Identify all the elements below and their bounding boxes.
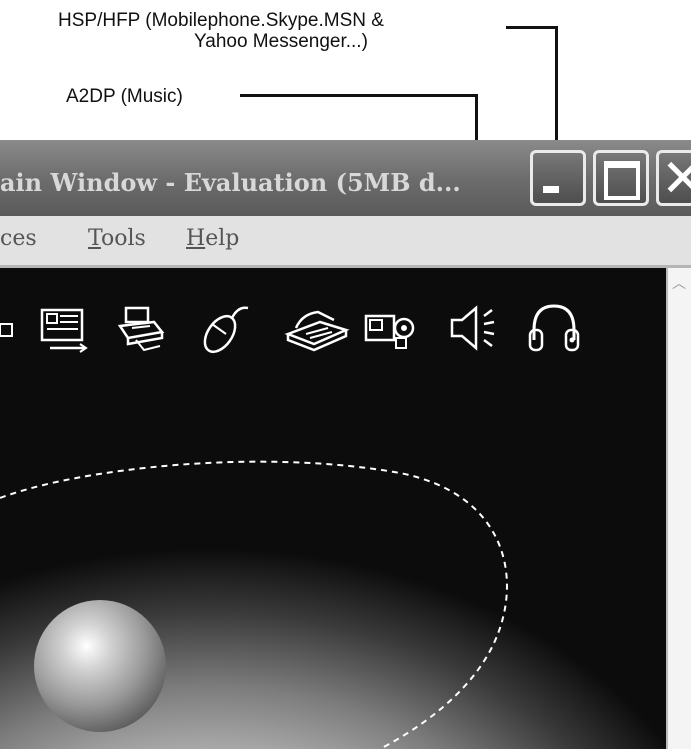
fax-icon[interactable] <box>284 298 350 358</box>
hsp-leader-horizontal <box>506 26 558 29</box>
menu-tools[interactable]: Tools <box>88 226 146 251</box>
speaker-icon[interactable] <box>446 298 502 358</box>
mouse-icon[interactable] <box>200 298 250 358</box>
a2dp-callout: A2DP (Music) <box>66 86 183 107</box>
scroll-up-arrow-icon[interactable]: ︿ <box>670 274 688 292</box>
menu-bar: ces Tools Help <box>0 216 691 268</box>
hsp-callout-line2: Yahoo Messenger...) <box>194 31 368 52</box>
headphones-icon[interactable] <box>526 298 582 358</box>
vertical-scrollbar[interactable]: ︿ <box>666 268 691 749</box>
close-button[interactable]: ✕ <box>656 149 691 209</box>
maximize-button[interactable] <box>593 150 649 206</box>
menu-help[interactable]: Help <box>186 226 239 251</box>
minimize-button[interactable] <box>530 150 586 206</box>
square-icon[interactable] <box>0 298 18 358</box>
close-icon: ✕ <box>661 149 691 209</box>
hsp-callout-line1: HSP/HFP (Mobilephone.Skype.MSN & <box>58 10 384 31</box>
camcorder-icon[interactable] <box>362 298 420 358</box>
window-title: ain Window - Evaluation (5MB d... <box>0 168 461 197</box>
a2dp-leader-horizontal <box>240 94 478 97</box>
window-titlebar[interactable]: ain Window - Evaluation (5MB d... <box>0 140 691 216</box>
printer-icon[interactable] <box>116 298 166 358</box>
business-card-icon[interactable] <box>40 298 90 358</box>
menu-services[interactable]: ces <box>0 226 37 251</box>
local-device-sphere[interactable] <box>34 600 166 732</box>
hsp-hfp-callout: HSP/HFP (Mobilephone.Skype.MSN & Yahoo M… <box>58 10 518 52</box>
